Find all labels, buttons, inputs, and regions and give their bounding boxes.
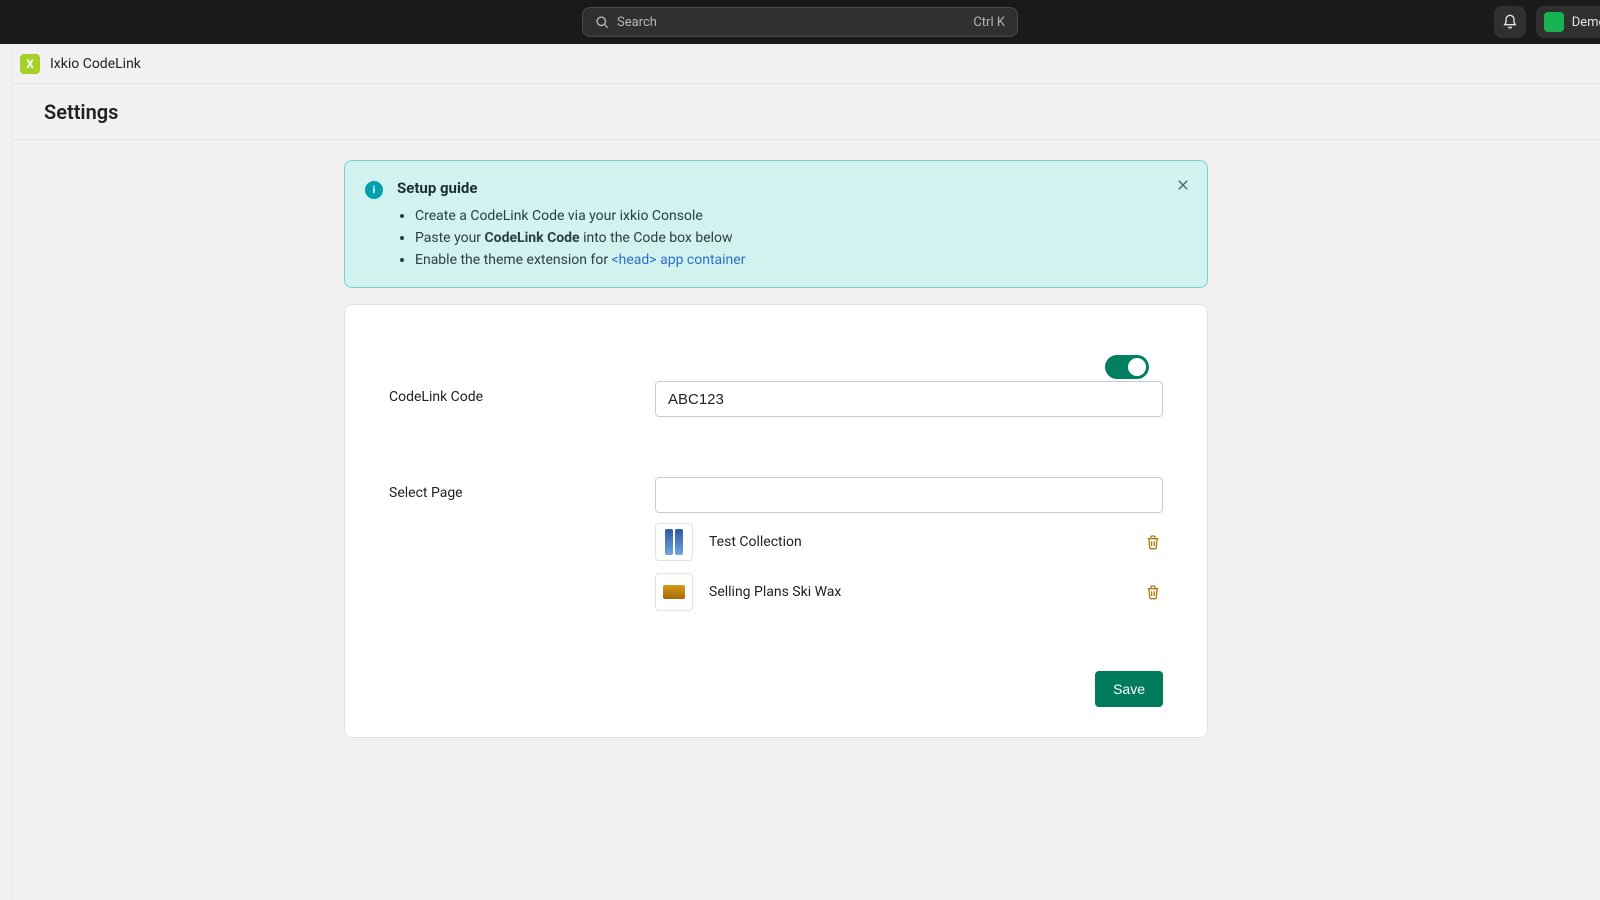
toggle-knob	[1128, 358, 1146, 376]
page-item-thumbnail	[655, 523, 693, 561]
left-rail	[0, 44, 12, 900]
close-icon	[1176, 178, 1190, 192]
page-item-thumbnail	[655, 573, 693, 611]
search-icon	[595, 15, 609, 29]
banner-step-1: Create a CodeLink Code via your ixkio Co…	[415, 205, 1187, 227]
banner-title: Setup guide	[397, 179, 1187, 197]
page-title-row: Settings	[0, 84, 1600, 140]
notifications-button[interactable]	[1494, 6, 1526, 38]
setup-guide-banner: i Setup guide Create a CodeLink Code via…	[344, 160, 1208, 288]
page-item-label: Selling Plans Ski Wax	[709, 584, 1127, 600]
avatar	[1544, 12, 1564, 32]
main: i Setup guide Create a CodeLink Code via…	[0, 140, 1600, 738]
delete-page-item-button[interactable]	[1143, 532, 1163, 552]
search-placeholder: Search	[617, 15, 973, 30]
app-header: X Ixkio CodeLink	[0, 44, 1600, 84]
topbar: Search Ctrl K Demo Ixkio C	[0, 0, 1600, 44]
app-name: Ixkio CodeLink	[50, 56, 141, 72]
page-item-label: Test Collection	[709, 534, 1127, 550]
page-item: Test Collection	[655, 523, 1163, 561]
trash-icon	[1145, 584, 1161, 600]
banner-step-2: Paste your CodeLink Code into the Code b…	[415, 227, 1187, 249]
settings-card: CodeLink Code Select Page Test Collectio…	[344, 304, 1208, 738]
search-shortcut: Ctrl K	[973, 15, 1005, 30]
banner-step-3: Enable the theme extension for <head> ap…	[415, 249, 1187, 271]
delete-page-item-button[interactable]	[1143, 582, 1163, 602]
app-logo: X	[20, 54, 40, 74]
info-icon: i	[365, 181, 383, 199]
banner-close-button[interactable]	[1173, 175, 1193, 195]
select-page-label: Select Page	[389, 477, 655, 501]
bell-icon	[1502, 14, 1518, 30]
codelink-code-input[interactable]	[655, 381, 1163, 417]
save-button[interactable]: Save	[1095, 671, 1163, 707]
select-page-input[interactable]	[655, 477, 1163, 513]
user-label: Demo Ixkio C	[1572, 15, 1600, 30]
global-search[interactable]: Search Ctrl K	[582, 7, 1018, 37]
trash-icon	[1145, 534, 1161, 550]
enable-toggle[interactable]	[1105, 355, 1149, 379]
page-title: Settings	[44, 100, 118, 124]
page-item: Selling Plans Ski Wax	[655, 573, 1163, 611]
codelink-code-label: CodeLink Code	[389, 381, 655, 405]
head-container-link[interactable]: <head> app container	[612, 252, 746, 268]
user-menu[interactable]: Demo Ixkio C	[1536, 6, 1600, 38]
